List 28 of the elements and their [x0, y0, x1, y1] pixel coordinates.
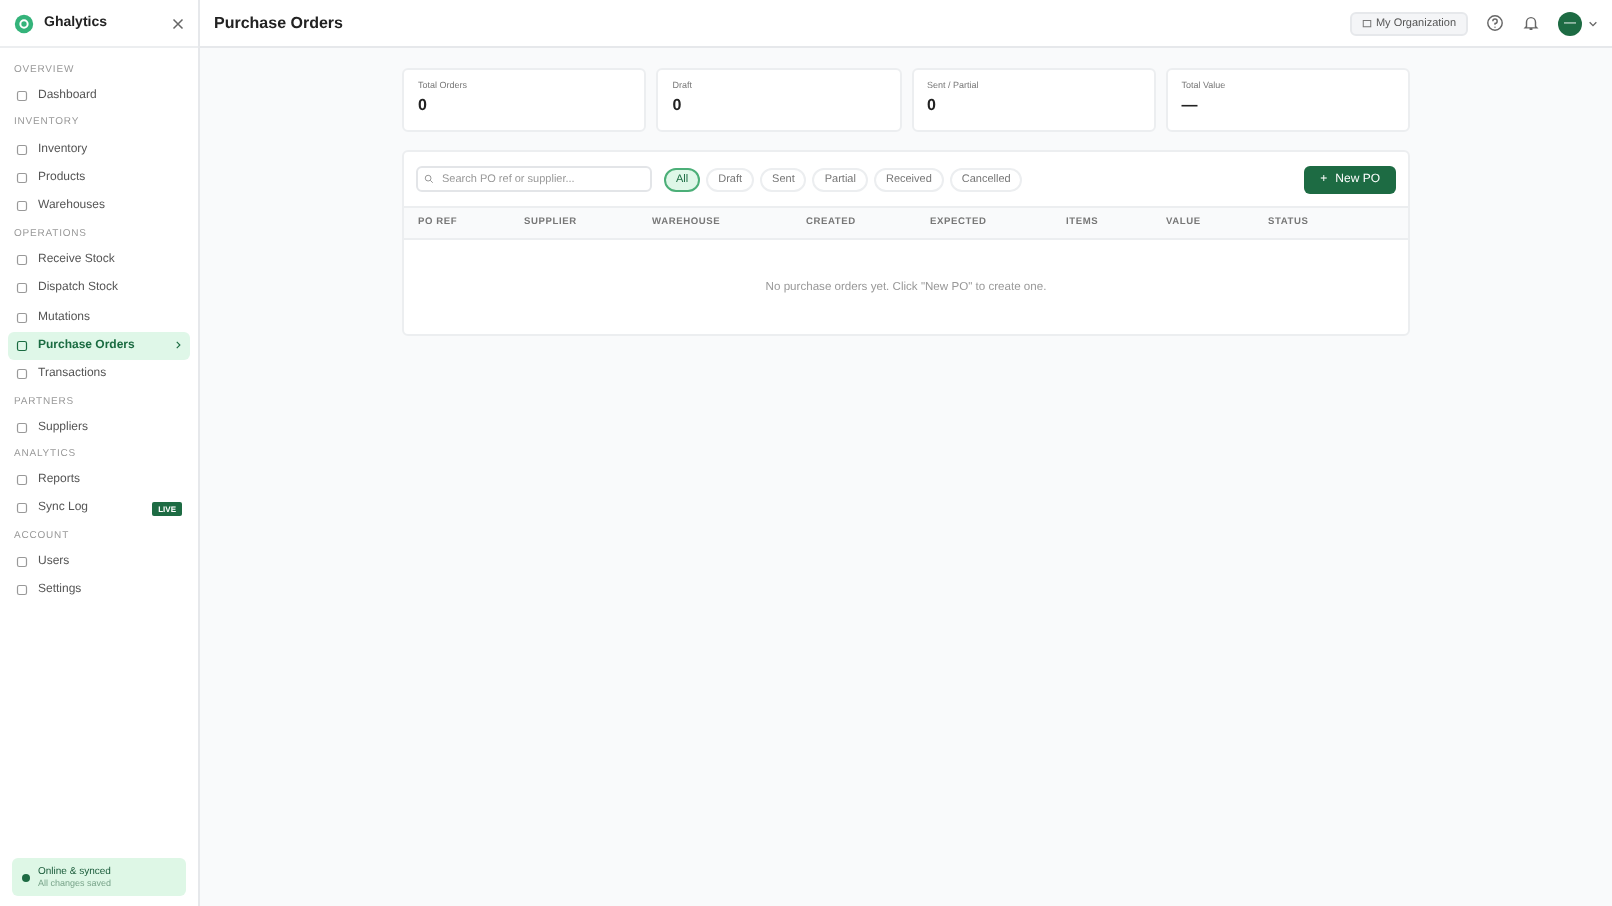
- square-icon: [16, 555, 28, 568]
- close-icon[interactable]: [172, 17, 184, 29]
- square-icon: [16, 368, 28, 381]
- help-icon[interactable]: [1486, 14, 1504, 32]
- chevron-icon: [174, 340, 182, 351]
- stat-value: 0: [672, 96, 684, 114]
- square-icon: [16, 253, 28, 266]
- logo-icon: [14, 13, 34, 33]
- square-icon: [16, 171, 28, 184]
- square-icon: [16, 143, 28, 156]
- square-icon: [16, 502, 28, 515]
- square-icon: [16, 421, 28, 434]
- square-icon: [16, 339, 28, 352]
- stat-value: —: [1181, 96, 1200, 114]
- bell-icon[interactable]: [1522, 14, 1540, 32]
- search-icon: [424, 174, 434, 184]
- square-icon: [16, 90, 28, 103]
- caret-icon[interactable]: [1588, 19, 1598, 27]
- square-icon: [16, 584, 28, 597]
- square-icon: [16, 200, 28, 213]
- status-dot-icon: [22, 873, 30, 881]
- square-icon: [16, 474, 28, 487]
- page-title: Purchase Orders: [214, 14, 343, 32]
- building-icon: [1361, 18, 1372, 28]
- square-icon: [16, 282, 28, 295]
- square-icon: [16, 311, 28, 324]
- stat-value: 0: [418, 96, 429, 114]
- stat-value: 0: [927, 96, 938, 114]
